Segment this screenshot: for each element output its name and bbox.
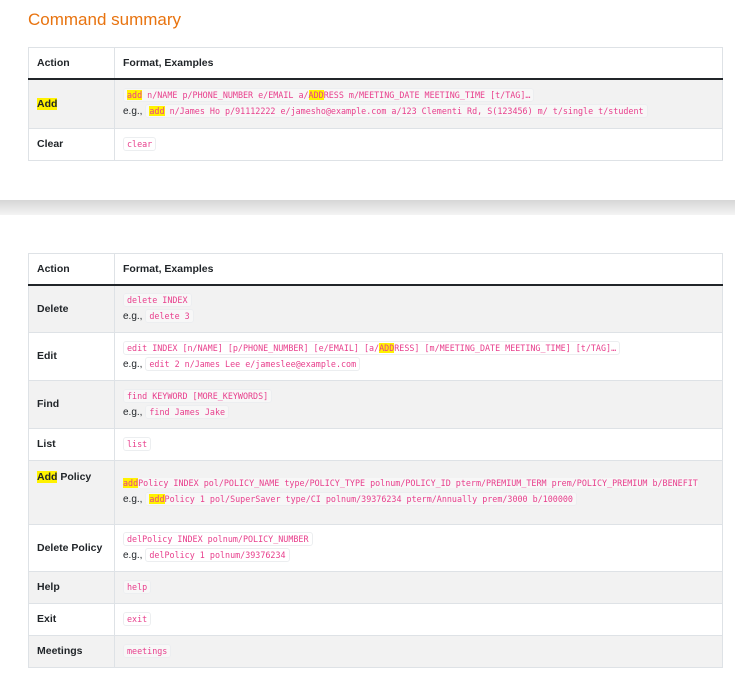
table-row-find: Find find KEYWORD [MORE_KEYWORDS] e.g., …: [28, 379, 723, 429]
search-highlight: add: [127, 90, 143, 101]
format-code: delete INDEX: [123, 293, 192, 308]
header-format: Format, Examples: [114, 253, 723, 286]
search-highlight: Add: [37, 470, 58, 483]
search-highlight: ADD: [379, 342, 395, 353]
example-code: add n/James Ho p/91112222 e/jamesho@exam…: [145, 104, 648, 119]
format-cell: find KEYWORD [MORE_KEYWORDS] e.g., find …: [114, 379, 723, 429]
format-cell: add n/NAME p/PHONE_NUMBER e/EMAIL a/ADDR…: [114, 78, 723, 129]
format-cell: list: [114, 427, 723, 461]
table-row-help: Help help: [28, 570, 723, 604]
code-text: RESS m/MEETING_DATE MEETING_TIME [t/TAG]…: [323, 90, 531, 101]
action-cell: Add Policy: [28, 459, 115, 525]
search-highlight: Add: [37, 97, 58, 110]
table-row-edit: Edit edit INDEX [n/NAME] [p/PHONE_NUMBER…: [28, 331, 723, 381]
format-code: find KEYWORD [MORE_KEYWORDS]: [123, 388, 273, 403]
example-code: addPolicy 1 pol/SuperSaver type/CI polnu…: [145, 492, 577, 506]
example-code: delPolicy 1 polnum/39376234: [145, 548, 290, 562]
table-row-add-policy: Add Policy addPolicy INDEX pol/POLICY_NA…: [28, 459, 723, 525]
example-label: e.g.,: [123, 494, 143, 505]
format-cell: help: [114, 570, 723, 604]
table-row-delete-policy: Delete Policy delPolicy INDEX polnum/POL…: [28, 523, 723, 572]
action-cell: List: [28, 427, 115, 461]
table-row-delete: Delete delete INDEX e.g., delete 3: [28, 284, 723, 333]
header-format: Format, Examples: [114, 47, 723, 80]
code-text: RESS] [m/MEETING_DATE MEETING_TIME] [t/T…: [394, 342, 617, 353]
action-cell: Add: [28, 78, 115, 129]
action-cell: Help: [28, 570, 115, 604]
page-title: Command summary: [28, 10, 182, 29]
table-header-row: Action Format, Examples: [28, 253, 723, 286]
format-cell: exit: [114, 602, 723, 636]
header-action: Action: [28, 47, 115, 80]
format-code: addPolicy INDEX pol/POLICY_NAME type/POL…: [123, 478, 698, 488]
example-label: e.g.,: [123, 358, 143, 370]
example-label: e.g.,: [123, 406, 143, 418]
table-row-clear: Clear clear: [28, 127, 723, 161]
format-cell: meetings: [114, 634, 723, 668]
action-cell: Edit: [28, 331, 115, 381]
format-code: delPolicy INDEX polnum/POLICY_NUMBER: [123, 532, 313, 546]
code-text: Policy INDEX pol/POLICY_NAME type/POLICY…: [138, 478, 698, 488]
example-code: find James Jake: [145, 404, 230, 419]
code-text: n/James Ho p/91112222 e/jamesho@example.…: [164, 106, 644, 117]
action-cell: Delete Policy: [28, 523, 115, 572]
action-text: Policy: [57, 470, 92, 483]
search-highlight: add: [123, 478, 139, 488]
format-code: meetings: [123, 644, 172, 658]
action-cell: Meetings: [28, 634, 115, 668]
format-code: help: [123, 580, 152, 594]
action-cell: Delete: [28, 284, 115, 333]
format-cell: addPolicy INDEX pol/POLICY_NAME type/POL…: [114, 459, 723, 525]
search-highlight: add: [149, 494, 165, 504]
search-highlight: add: [149, 106, 165, 117]
format-code: edit INDEX [n/NAME] [p/PHONE_NUMBER] [e/…: [123, 340, 621, 355]
code-text: edit INDEX [n/NAME] [p/PHONE_NUMBER] [e/…: [127, 342, 380, 353]
search-highlight: ADD: [308, 90, 324, 101]
code-text: Policy 1 pol/SuperSaver type/CI polnum/3…: [164, 494, 573, 504]
format-cell: edit INDEX [n/NAME] [p/PHONE_NUMBER] [e/…: [114, 331, 723, 381]
action-cell: Find: [28, 379, 115, 429]
table-row-exit: Exit exit: [28, 602, 723, 636]
format-code: list: [123, 437, 152, 451]
command-summary-table-bottom: Action Format, Examples Delete delete IN…: [28, 253, 723, 668]
example-label: e.g.,: [123, 550, 143, 561]
format-cell: delete INDEX e.g., delete 3: [114, 284, 723, 333]
table-row-add: Add add n/NAME p/PHONE_NUMBER e/EMAIL a/…: [28, 78, 723, 129]
table-row-list: List list: [28, 427, 723, 461]
code-text: n/NAME p/PHONE_NUMBER e/EMAIL a/: [142, 90, 309, 101]
format-code: clear: [123, 137, 157, 151]
example-code: edit 2 n/James Lee e/jameslee@example.co…: [145, 356, 361, 371]
header-action: Action: [28, 253, 115, 286]
action-cell: Exit: [28, 602, 115, 636]
format-code: exit: [123, 612, 152, 626]
table-header-row: Action Format, Examples: [28, 47, 723, 80]
command-summary-table-top: Action Format, Examples Add add n/NAME p…: [28, 47, 723, 161]
action-cell: Clear: [28, 127, 115, 161]
example-label: e.g.,: [123, 106, 143, 118]
example-code: delete 3: [145, 309, 194, 324]
format-cell: delPolicy INDEX polnum/POLICY_NUMBER e.g…: [114, 523, 723, 572]
format-code: add n/NAME p/PHONE_NUMBER e/EMAIL a/ADDR…: [123, 88, 535, 103]
example-label: e.g.,: [123, 311, 143, 323]
section-separator: [0, 200, 735, 215]
format-cell: clear: [114, 127, 723, 161]
table-row-meetings: Meetings meetings: [28, 634, 723, 668]
